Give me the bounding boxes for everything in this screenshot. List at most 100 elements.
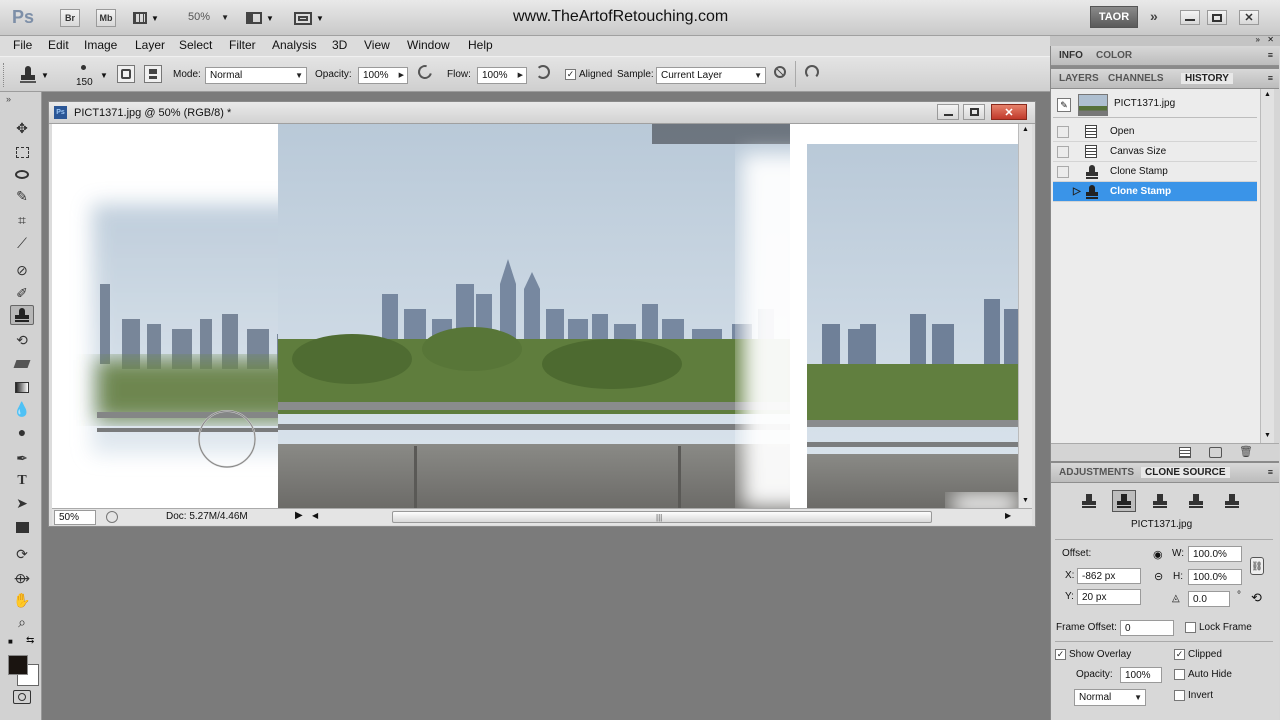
menu-select[interactable]: Select bbox=[179, 38, 212, 52]
clone-source-slot-1[interactable] bbox=[1077, 490, 1101, 512]
history-snapshot-row[interactable]: ✎ PICT1371.jpg bbox=[1053, 92, 1257, 118]
rotation-angle-field[interactable]: 0.0 bbox=[1188, 591, 1230, 607]
y-offset-field[interactable]: 20 px bbox=[1077, 589, 1141, 605]
history-source-box[interactable] bbox=[1057, 126, 1069, 138]
history-scrollbar[interactable]: ▲ ▼ bbox=[1260, 89, 1274, 443]
opacity-field[interactable]: 100% ▶ bbox=[358, 67, 408, 84]
new-document-from-state-icon[interactable] bbox=[1179, 447, 1191, 458]
history-item-selected[interactable]: ▷ Clone Stamp bbox=[1053, 182, 1257, 202]
blur-tool-icon[interactable]: 💧 bbox=[10, 399, 34, 419]
path-selection-tool-icon[interactable]: ➤ bbox=[10, 493, 34, 513]
more-workspaces-icon[interactable]: » bbox=[1150, 8, 1158, 24]
arrange-documents-button[interactable]: ▼ bbox=[246, 10, 276, 26]
history-item[interactable]: Canvas Size bbox=[1053, 142, 1257, 162]
zoom-level-dropdown[interactable]: 50% ▼ bbox=[188, 11, 229, 23]
menu-image[interactable]: Image bbox=[84, 38, 117, 52]
airbrush-button[interactable] bbox=[536, 65, 554, 83]
menu-view[interactable]: View bbox=[364, 38, 390, 52]
extras-menu-button[interactable]: ▼ bbox=[133, 10, 163, 26]
auto-hide-checkbox[interactable] bbox=[1174, 669, 1185, 680]
swap-colors-icon[interactable]: ⇆ bbox=[26, 635, 34, 646]
screen-mode-button[interactable]: ▼ bbox=[294, 10, 328, 26]
healing-brush-tool-icon[interactable]: ⊘ bbox=[10, 260, 34, 280]
bridge-button[interactable]: Br bbox=[60, 9, 80, 27]
crop-tool-icon[interactable]: ⌗ bbox=[10, 210, 34, 230]
clone-source-slot-3[interactable] bbox=[1148, 490, 1172, 512]
brush-tool-icon[interactable]: ✐ bbox=[10, 283, 34, 303]
menu-analysis[interactable]: Analysis bbox=[272, 38, 317, 52]
toolbox-collapse-icon[interactable]: » bbox=[6, 94, 11, 104]
3d-rotate-tool-icon[interactable]: ⟳ bbox=[10, 544, 34, 564]
invert-checkbox[interactable] bbox=[1174, 690, 1185, 701]
hand-tool-icon[interactable]: ✋ bbox=[10, 590, 34, 610]
clipped-checkbox[interactable]: ✓ bbox=[1174, 649, 1185, 660]
tab-layers[interactable]: LAYERS bbox=[1059, 73, 1099, 84]
width-scale-field[interactable]: 100.0% bbox=[1188, 546, 1242, 562]
clone-stamp-tool-icon[interactable] bbox=[10, 305, 34, 325]
overlay-blend-mode-select[interactable]: Normal ▼ bbox=[1074, 689, 1146, 706]
mode-select[interactable]: Normal ▼ bbox=[205, 67, 307, 84]
lasso-tool-icon[interactable] bbox=[10, 164, 34, 184]
document-canvas[interactable] bbox=[52, 124, 1018, 508]
frame-offset-field[interactable]: 0 bbox=[1120, 620, 1174, 636]
menu-edit[interactable]: Edit bbox=[48, 38, 69, 52]
eraser-tool-icon[interactable] bbox=[10, 354, 34, 374]
tool-preset-picker[interactable]: ▼ bbox=[20, 63, 60, 87]
clone-source-slot-5[interactable] bbox=[1220, 490, 1244, 512]
gradient-tool-icon[interactable] bbox=[10, 377, 34, 397]
eyedropper-tool-icon[interactable]: ⟋ bbox=[10, 233, 34, 253]
panel-menu-icon[interactable]: ≡ bbox=[1268, 467, 1273, 477]
workspace-switcher[interactable]: TAOR bbox=[1090, 6, 1138, 28]
sample-select[interactable]: Current Layer ▼ bbox=[656, 67, 766, 84]
history-source-box[interactable] bbox=[1057, 146, 1069, 158]
show-overlay-checkbox[interactable]: ✓ bbox=[1055, 649, 1066, 660]
tab-adjustments[interactable]: ADJUSTMENTS bbox=[1059, 467, 1134, 478]
quick-mask-icon[interactable] bbox=[13, 690, 31, 704]
menu-3d[interactable]: 3D bbox=[332, 38, 347, 52]
tab-color[interactable]: COLOR bbox=[1096, 50, 1132, 61]
ignore-adjustment-layers-button[interactable] bbox=[774, 66, 790, 82]
collapse-panels-icon[interactable]: » bbox=[1256, 35, 1260, 44]
move-tool-icon[interactable]: ✥ bbox=[10, 118, 34, 138]
lock-frame-checkbox[interactable] bbox=[1185, 622, 1196, 633]
document-close-button[interactable]: ✕ bbox=[991, 104, 1027, 120]
trash-icon[interactable]: 🗑 bbox=[1239, 445, 1253, 458]
status-info-icon[interactable] bbox=[106, 511, 118, 523]
aligned-checkbox[interactable]: ✓ bbox=[565, 69, 576, 80]
status-zoom-field[interactable]: 50% bbox=[54, 510, 96, 525]
3d-orbit-tool-icon[interactable]: ⟴ bbox=[10, 568, 34, 588]
clone-source-slot-2-active[interactable] bbox=[1112, 490, 1136, 512]
history-brush-tool-icon[interactable]: ⟲ bbox=[10, 330, 34, 350]
tab-info[interactable]: INFO bbox=[1059, 50, 1083, 61]
flow-field[interactable]: 100% ▶ bbox=[477, 67, 527, 84]
pen-tool-icon[interactable]: ✒ bbox=[10, 448, 34, 468]
scroll-down-icon[interactable]: ▼ bbox=[1022, 497, 1029, 504]
clone-source-slot-4[interactable] bbox=[1184, 490, 1208, 512]
menu-help[interactable]: Help bbox=[468, 38, 493, 52]
scroll-left-icon[interactable]: ◀ bbox=[312, 511, 318, 520]
history-source-box[interactable] bbox=[1057, 166, 1069, 178]
type-tool-icon[interactable]: T bbox=[10, 471, 34, 491]
marquee-tool-icon[interactable] bbox=[10, 142, 34, 162]
overlay-opacity-field[interactable]: 100% bbox=[1120, 667, 1162, 683]
zoom-tool-icon[interactable]: ⌕ bbox=[10, 612, 34, 632]
tab-channels[interactable]: CHANNELS bbox=[1108, 73, 1164, 84]
brush-panel-toggle[interactable] bbox=[117, 65, 135, 83]
default-colors-icon[interactable]: ■ bbox=[8, 637, 13, 646]
menu-window[interactable]: Window bbox=[407, 38, 450, 52]
history-item[interactable]: Open bbox=[1053, 122, 1257, 142]
clone-source-panel-toggle[interactable] bbox=[144, 65, 162, 83]
menu-layer[interactable]: Layer bbox=[135, 38, 165, 52]
chain-link-icon[interactable]: ⛓ bbox=[1250, 557, 1264, 575]
panel-close-icon[interactable]: ✕ bbox=[1267, 35, 1274, 44]
pressure-opacity-button[interactable] bbox=[415, 62, 436, 83]
mini-bridge-button[interactable]: Mb bbox=[96, 9, 116, 27]
menu-file[interactable]: File bbox=[13, 38, 32, 52]
panel-menu-icon[interactable]: ≡ bbox=[1268, 50, 1273, 60]
pressure-size-button[interactable] bbox=[805, 65, 823, 83]
scroll-up-icon[interactable]: ▲ bbox=[1022, 126, 1029, 133]
tab-history[interactable]: HISTORY bbox=[1181, 73, 1233, 84]
panel-menu-icon[interactable]: ≡ bbox=[1268, 73, 1273, 83]
menu-filter[interactable]: Filter bbox=[229, 38, 256, 52]
new-snapshot-icon[interactable] bbox=[1209, 447, 1222, 458]
